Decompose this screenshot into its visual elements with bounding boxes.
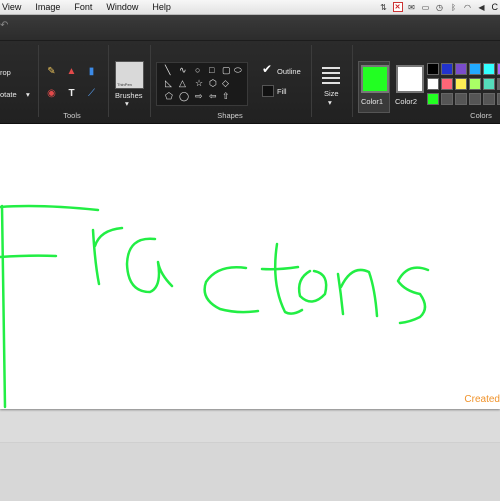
oval-shape-icon[interactable]: ○ (195, 66, 200, 75)
right-arrow-shape-icon[interactable]: ⇨ (195, 92, 203, 101)
text-tool-icon[interactable]: T (65, 87, 78, 100)
letter-t-stem (275, 244, 302, 314)
palette-swatch[interactable] (469, 78, 481, 90)
size-label[interactable]: Size (324, 89, 339, 98)
letter-f-stroke (2, 206, 5, 407)
fill-label[interactable]: Fill (277, 87, 287, 96)
letter-o (299, 271, 326, 302)
letter-a (127, 239, 172, 292)
thinpen-label: ThinPen (117, 82, 132, 87)
triangle-shape-icon[interactable]: △ (179, 79, 186, 88)
size-dropdown-icon[interactable]: ▾ (328, 98, 332, 107)
letter-n (338, 270, 377, 316)
shapes-group-label: Shapes (215, 111, 245, 120)
brushes-dropdown-icon[interactable]: ▾ (125, 99, 129, 108)
volume-icon[interactable]: ◀ (477, 2, 487, 12)
shapes-gallery: ╲ ∿ ○ □ ▢ ⬭ ◺ △ ☆ ⬡ ◇ ⬠ ◯ ⇨ ⇦ ⇧ (156, 62, 248, 106)
letter-c (205, 267, 258, 312)
fill-bucket-icon[interactable]: ▲ (65, 65, 78, 78)
palette-swatch[interactable] (441, 63, 453, 75)
status-area: ⇅ ✕ ✉ ▭ ◷ ᛒ ◠ ◀ C (379, 0, 500, 14)
pencil-icon[interactable]: ✎ (45, 65, 58, 78)
rounded-rect-shape-icon[interactable]: ▢ (222, 66, 231, 75)
magnifier-icon[interactable]: ⟋ (85, 87, 98, 100)
menu-bar: View Image Font Window Help ⇅ ✕ ✉ ▭ ◷ ᛒ … (0, 0, 500, 15)
palette-swatch[interactable] (441, 78, 453, 90)
wifi-icon[interactable]: ◠ (463, 2, 473, 12)
star-shape-icon[interactable]: ☆ (195, 79, 203, 88)
hexagon-shape-icon[interactable]: ⬡ (209, 79, 217, 88)
color2-swatch[interactable] (396, 65, 424, 93)
undo-icon[interactable]: ↶ (0, 20, 8, 31)
pentagon-shape-icon[interactable]: ⬠ (165, 92, 173, 101)
diamond-shape-icon[interactable]: ◇ (222, 79, 229, 88)
letter-s (398, 268, 428, 323)
color1-label: Color1 (361, 97, 383, 106)
palette-swatch[interactable] (455, 78, 467, 90)
palette-swatch[interactable] (483, 78, 495, 90)
menu-font[interactable]: Font (74, 2, 92, 12)
outline-label[interactable]: Outline (277, 67, 301, 76)
ribbon: rop otate ▾ ✎ ▲ ▮ ◉ T ⟋ Tools ThinPen Br… (0, 41, 500, 125)
colors-group-label: Colors (466, 111, 496, 120)
palette-swatch[interactable] (483, 63, 495, 75)
outline-check-icon[interactable]: ✔ (262, 62, 272, 76)
eraser-icon[interactable]: ▮ (85, 65, 98, 78)
rotate-button[interactable]: otate (0, 90, 17, 99)
divider (150, 45, 151, 117)
created-watermark: Created (464, 394, 500, 405)
divider (352, 45, 353, 117)
letter-f-top (0, 206, 98, 210)
letter-f-middle (0, 256, 56, 257)
color-picker-icon[interactable]: ◉ (45, 87, 58, 100)
title-bar: ↶ (0, 15, 500, 41)
palette-swatch[interactable] (469, 63, 481, 75)
tools-group-label: Tools (60, 111, 84, 120)
palette-swatch[interactable] (455, 93, 467, 105)
palette-swatch[interactable] (469, 93, 481, 105)
letter-r (93, 228, 122, 284)
divider (108, 45, 109, 117)
canvas-background-area (0, 442, 500, 501)
palette-swatch[interactable] (483, 93, 495, 105)
rotate-dropdown-icon[interactable]: ▾ (26, 90, 30, 99)
scroll-icon[interactable]: ⇅ (379, 2, 389, 12)
color2-label: Color2 (395, 97, 417, 106)
ellipse-shape-icon[interactable]: ⬭ (234, 66, 242, 75)
size-lines-icon[interactable] (322, 67, 340, 87)
color1-swatch[interactable] (361, 65, 389, 93)
right-triangle-shape-icon[interactable]: ◺ (165, 79, 172, 88)
menu-image[interactable]: Image (35, 2, 60, 12)
bluetooth-icon[interactable]: ᛒ (449, 2, 459, 12)
thinpen-brush-button[interactable]: ThinPen (115, 61, 144, 89)
airplay-icon[interactable]: ▭ (421, 2, 431, 12)
divider (38, 45, 39, 117)
circle-shape-icon[interactable]: ◯ (179, 92, 189, 101)
crop-button[interactable]: rop (0, 68, 11, 77)
up-arrow-shape-icon[interactable]: ⇧ (222, 92, 230, 101)
palette-swatch[interactable] (427, 78, 439, 90)
palette-swatch[interactable] (427, 93, 439, 105)
drawing-canvas[interactable]: Created (0, 124, 500, 409)
palette-swatch[interactable] (455, 63, 467, 75)
palette-swatch[interactable] (427, 63, 439, 75)
timemachine-icon[interactable]: ◷ (435, 2, 445, 12)
fill-checkbox[interactable] (262, 85, 274, 97)
mail-icon[interactable]: ✉ (407, 2, 417, 12)
menu-window[interactable]: Window (106, 2, 138, 12)
menu-help[interactable]: Help (152, 2, 171, 12)
rectangle-shape-icon[interactable]: □ (209, 66, 214, 75)
left-arrow-shape-icon[interactable]: ⇦ (209, 92, 217, 101)
line-shape-icon[interactable]: ╲ (165, 66, 170, 75)
letter-t-bar (262, 267, 298, 269)
close-badge-icon[interactable]: ✕ (393, 2, 403, 12)
menu-view[interactable]: View (2, 2, 21, 12)
divider (311, 45, 312, 117)
curve-shape-icon[interactable]: ∿ (179, 66, 187, 75)
handwriting-drawing (0, 124, 500, 409)
clock-text[interactable]: C (492, 2, 499, 12)
palette-swatch[interactable] (441, 93, 453, 105)
